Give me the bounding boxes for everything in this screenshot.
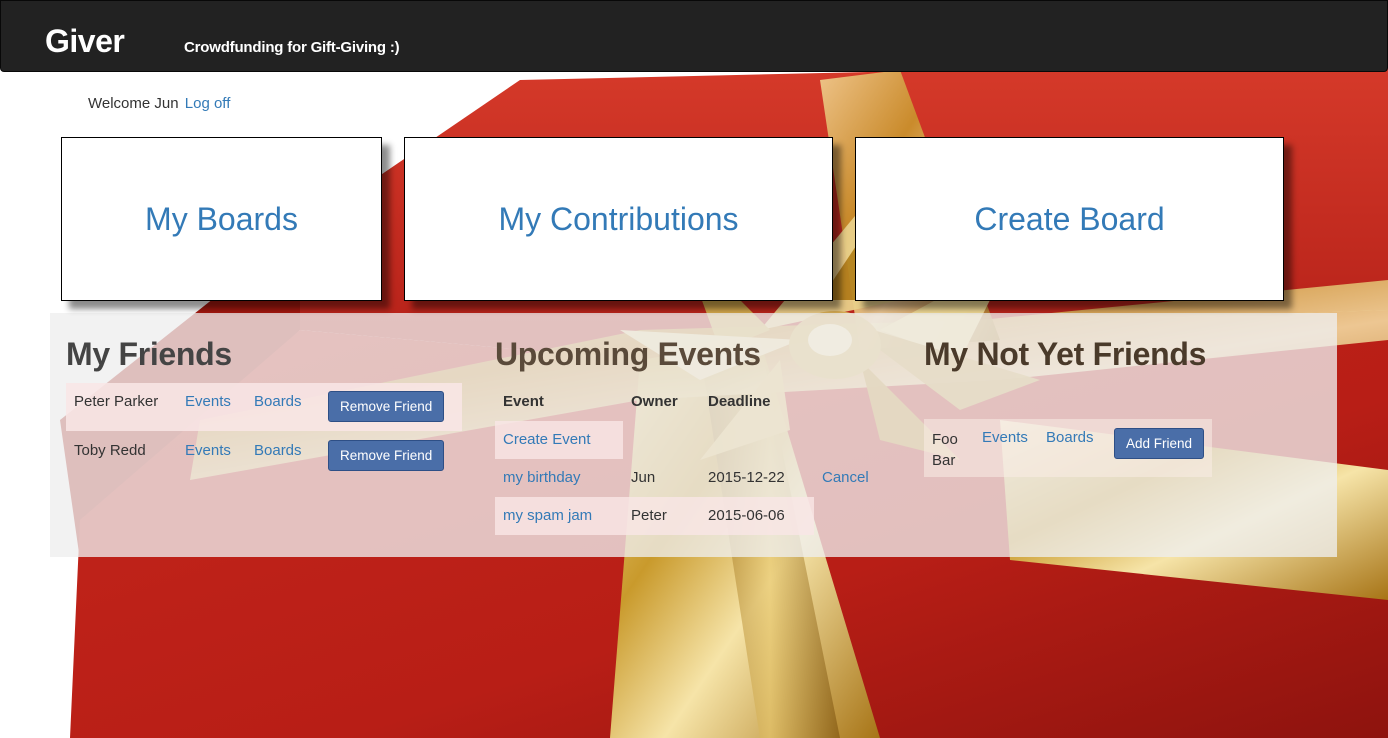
event-row: my birthday Jun 2015-12-22 Cancel [495, 459, 885, 497]
dashboard-panel: My Friends Peter Parker Events Boards Re… [50, 313, 1337, 557]
my-contributions-link[interactable]: My Contributions [498, 201, 738, 238]
event-row: my spam jam Peter 2015-06-06 [495, 497, 814, 535]
event-name-link[interactable]: my spam jam [503, 507, 592, 524]
create-event-link[interactable]: Create Event [503, 431, 591, 448]
not-yet-friend-boards-link[interactable]: Boards [1046, 429, 1094, 446]
friend-name: Toby Redd [74, 442, 146, 459]
welcome-bar: Welcome Jun Log off [88, 95, 230, 112]
events-section: Upcoming Events Event Owner Deadline Cre… [495, 313, 895, 535]
friend-row: Peter Parker Events Boards Remove Friend [66, 383, 462, 431]
my-contributions-tile[interactable]: My Contributions [404, 137, 833, 301]
brand-logo[interactable]: Giver [45, 23, 125, 60]
create-event-row: Create Event [495, 421, 623, 459]
my-boards-link[interactable]: My Boards [145, 201, 298, 238]
create-board-tile[interactable]: Create Board [855, 137, 1284, 301]
cancel-event-link[interactable]: Cancel [822, 469, 869, 486]
events-header-event: Event [503, 393, 544, 410]
not-yet-friends-title: My Not Yet Friends [924, 336, 1207, 372]
not-yet-friend-row: Foo Bar Events Boards Add Friend [924, 419, 1212, 477]
friend-events-link[interactable]: Events [185, 393, 231, 410]
my-boards-tile[interactable]: My Boards [61, 137, 382, 301]
logoff-link[interactable]: Log off [185, 95, 231, 112]
top-navbar: Giver Crowdfunding for Gift-Giving :) [0, 0, 1388, 72]
not-yet-friend-name: Foo Bar [932, 431, 958, 469]
event-deadline: 2015-12-22 [708, 469, 785, 486]
events-header-owner: Owner [631, 393, 678, 410]
not-yet-friend-events-link[interactable]: Events [982, 429, 1028, 446]
friend-boards-link[interactable]: Boards [254, 442, 302, 459]
friends-title: My Friends [66, 336, 232, 372]
event-name-link[interactable]: my birthday [503, 469, 581, 486]
navbar-tagline: Crowdfunding for Gift-Giving :) [184, 39, 400, 56]
add-friend-button[interactable]: Add Friend [1114, 428, 1205, 459]
events-header-deadline: Deadline [708, 393, 771, 410]
welcome-text: Welcome Jun [88, 95, 179, 112]
friends-section: My Friends Peter Parker Events Boards Re… [66, 313, 462, 471]
event-owner: Peter [631, 507, 667, 524]
friend-row: Toby Redd Events Boards Remove Friend [66, 432, 462, 480]
event-owner: Jun [631, 469, 656, 486]
remove-friend-button[interactable]: Remove Friend [328, 440, 445, 471]
friend-boards-link[interactable]: Boards [254, 393, 302, 410]
events-title: Upcoming Events [495, 336, 761, 372]
remove-friend-button[interactable]: Remove Friend [328, 391, 445, 422]
friend-events-link[interactable]: Events [185, 442, 231, 459]
event-deadline: 2015-06-06 [708, 507, 785, 524]
create-board-link[interactable]: Create Board [974, 201, 1164, 238]
friend-name: Peter Parker [74, 393, 159, 410]
not-yet-friends-section: My Not Yet Friends Foo Bar Events Boards… [924, 313, 1224, 477]
